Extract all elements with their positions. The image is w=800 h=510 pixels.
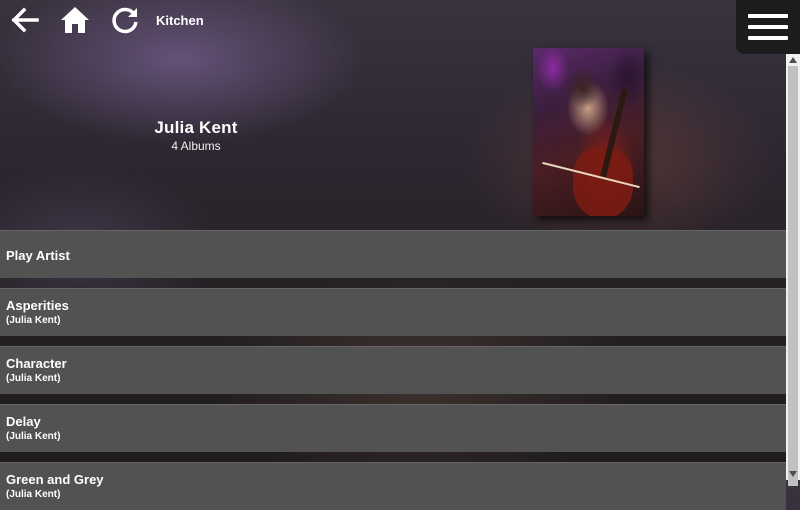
artist-info: Julia Kent 4 Albums <box>96 118 296 153</box>
artist-name: Julia Kent <box>154 118 238 137</box>
list-item[interactable]: Green and Grey (Julia Kent) <box>0 462 786 510</box>
home-button[interactable] <box>58 4 92 36</box>
album-artist: (Julia Kent) <box>6 315 61 326</box>
play-artist-label: Play Artist <box>6 248 70 263</box>
list-item[interactable]: Character (Julia Kent) <box>0 346 786 394</box>
back-arrow-icon <box>11 7 39 33</box>
play-artist-row[interactable]: Play Artist <box>0 230 786 278</box>
list-item[interactable]: Asperities (Julia Kent) <box>0 288 786 336</box>
home-icon <box>61 7 89 33</box>
scroll-down-icon[interactable] <box>789 471 797 477</box>
album-count: 4 Albums <box>171 139 221 153</box>
album-title: Delay <box>6 414 41 429</box>
album-title: Character <box>6 356 67 371</box>
scroll-thumb[interactable] <box>788 66 798 486</box>
album-artist: (Julia Kent) <box>6 373 61 384</box>
artist-photo <box>533 48 644 216</box>
album-artist: (Julia Kent) <box>6 489 61 500</box>
scrollbar[interactable] <box>786 54 800 486</box>
list-item[interactable]: Delay (Julia Kent) <box>0 404 786 452</box>
room-name[interactable]: Kitchen <box>156 13 204 28</box>
scroll-up-icon[interactable] <box>789 57 797 63</box>
top-bar: Kitchen <box>0 0 800 40</box>
album-artist: (Julia Kent) <box>6 431 61 442</box>
menu-button[interactable] <box>736 0 800 54</box>
refresh-icon <box>112 7 138 34</box>
album-title: Asperities <box>6 298 69 313</box>
refresh-button[interactable] <box>108 4 142 36</box>
hamburger-menu-icon <box>748 14 788 18</box>
back-button[interactable] <box>8 4 42 36</box>
